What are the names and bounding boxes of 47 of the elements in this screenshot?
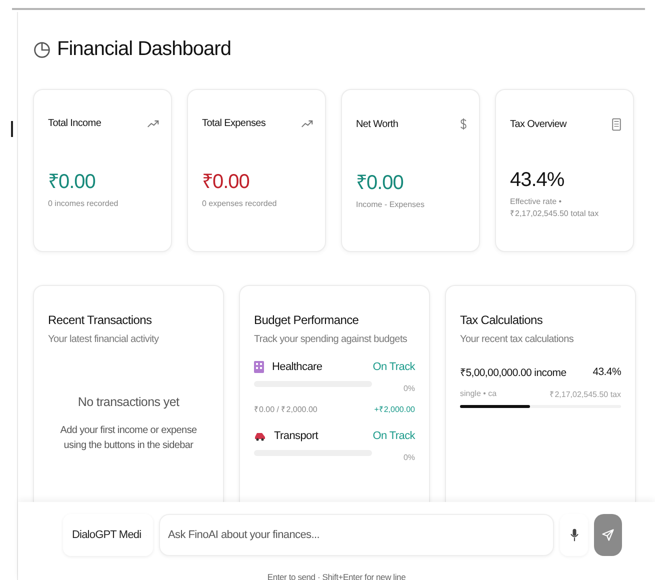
trend-up-icon [301, 119, 313, 128]
input-hint: Enter to send · Shift+Enter for new line [266, 572, 407, 580]
stat-note: Effective rate • ₹2,17,02,545.50 total tax [510, 196, 600, 220]
pie-chart-icon [33, 40, 51, 58]
car-icon [254, 432, 266, 440]
budget-name: Transport [274, 430, 318, 442]
stat-note: Income - Expenses [356, 199, 426, 211]
tax-rate: 43.4% [592, 366, 621, 378]
tax-income: ₹5,00,00,000.00 income [460, 366, 566, 379]
card-subtitle: Track your spending against budgets [254, 334, 408, 345]
budget-status: On Track [372, 361, 415, 373]
message-input[interactable]: Ask FinoAI about your finances... [159, 514, 554, 556]
stat-value: ₹0.00 [356, 171, 404, 195]
microphone-icon [570, 528, 578, 542]
send-icon [601, 528, 615, 542]
stat-label: Net Worth [356, 118, 398, 130]
card-subtitle: Your latest financial activity [48, 334, 160, 345]
card-title: Tax Calculations [460, 313, 544, 327]
tax-details: single • ca [460, 389, 497, 398]
stat-note: 0 incomes recorded [48, 198, 120, 210]
card-title: Recent Transactions [48, 313, 153, 327]
stat-value: ₹0.00 [48, 170, 96, 194]
model-select[interactable]: DialoGPT Medi [63, 514, 153, 556]
stat-value: ₹0.00 [202, 170, 250, 194]
stat-note: 0 expenses recorded [202, 198, 278, 210]
dollar-icon [460, 118, 467, 130]
budget-amount: ₹0.00 / ₹2,000.00 [254, 404, 318, 414]
stat-label: Total Income [48, 118, 102, 129]
budget-remaining: +₹2,000.00 [374, 404, 415, 414]
stat-value: 43.4% [510, 169, 566, 192]
budget-percent: 0% [402, 453, 415, 462]
calculator-icon [612, 118, 621, 131]
stat-label: Total Expenses [202, 118, 266, 129]
budget-status: On Track [372, 430, 415, 442]
card-subtitle: Your recent tax calculations [460, 334, 575, 345]
card-title: Budget Performance [254, 313, 360, 327]
building-icon [254, 361, 264, 373]
stat-label: Tax Overview [510, 119, 566, 130]
budget-percent: 0% [402, 384, 415, 393]
page-title: Financial Dashboard [57, 38, 231, 61]
empty-state-title: No transactions yet [76, 395, 180, 409]
microphone-button[interactable] [560, 514, 588, 556]
send-button[interactable] [594, 514, 622, 556]
budget-name: Healthcare [272, 361, 322, 373]
tax-amount: ₹2,17,02,545.50 tax [550, 389, 621, 399]
trend-up-icon [147, 119, 159, 128]
empty-state-text: Add your first income or expense using the buttons in the sidebar [59, 424, 198, 453]
